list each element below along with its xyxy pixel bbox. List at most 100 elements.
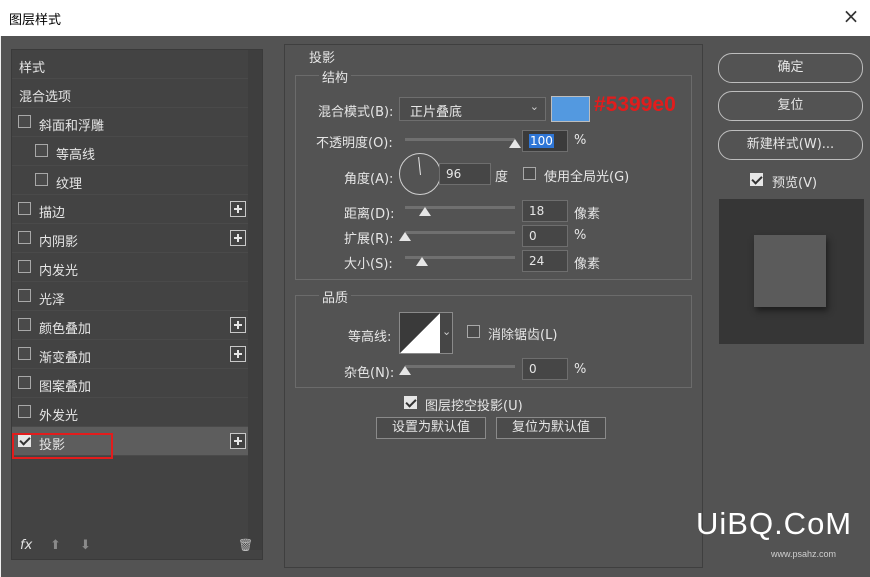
- global-light-checkbox[interactable]: [523, 167, 536, 180]
- blend-mode-value: 正片叠底: [410, 105, 463, 120]
- distance-input[interactable]: 18: [522, 200, 568, 222]
- noise-slider[interactable]: [405, 365, 515, 368]
- styles-header-label: 样式: [19, 61, 46, 76]
- contour-picker[interactable]: ⌄: [399, 312, 453, 354]
- styles-list: 样式 混合选项 斜面和浮雕等高线纹理 描边 内阴影内发光光泽颜色叠加 渐变叠加图案叠加…: [12, 50, 249, 456]
- style-item[interactable]: 内发光: [12, 253, 249, 282]
- preview-area: [719, 199, 864, 344]
- spread-unit: %: [574, 228, 587, 243]
- style-item-checkbox[interactable]: [18, 289, 31, 302]
- reset-default-button[interactable]: 复位为默认值: [496, 417, 606, 439]
- style-item-checkbox[interactable]: [18, 405, 31, 418]
- blend-options-item[interactable]: 混合选项: [12, 79, 249, 108]
- noise-unit: %: [574, 362, 587, 377]
- noise-label: 杂色(N):: [344, 366, 395, 381]
- style-item[interactable]: 内阴影: [12, 224, 249, 253]
- shadow-color-swatch[interactable]: [551, 96, 590, 122]
- noise-value: 0: [529, 362, 537, 376]
- style-item-checkbox[interactable]: [18, 260, 31, 273]
- new-style-button[interactable]: 新建样式(W)...: [718, 130, 863, 160]
- noise-input[interactable]: 0: [522, 358, 568, 380]
- angle-label: 角度(A):: [344, 172, 394, 187]
- blend-mode-label: 混合模式(B):: [318, 105, 394, 120]
- section-title: 投影: [309, 51, 336, 66]
- style-item-label: 图案叠加: [39, 380, 92, 395]
- quality-title: 品质: [319, 287, 352, 306]
- distance-slider-thumb[interactable]: [418, 207, 431, 216]
- style-item-label: 斜面和浮雕: [39, 119, 105, 134]
- style-item[interactable]: 渐变叠加: [12, 340, 249, 369]
- list-footer: fx ⬆ ⬇ 🗑: [12, 533, 262, 559]
- style-item[interactable]: 描边: [12, 195, 249, 224]
- size-input[interactable]: 24: [522, 250, 568, 272]
- blend-options-label: 混合选项: [19, 90, 72, 105]
- spread-slider[interactable]: [405, 231, 515, 234]
- size-label: 大小(S):: [344, 257, 393, 272]
- angle-input[interactable]: 96: [439, 163, 491, 185]
- style-item-label: 等高线: [56, 148, 96, 163]
- style-item-label: 光泽: [39, 293, 66, 308]
- opacity-slider[interactable]: [405, 138, 515, 141]
- knockout-label: 图层挖空投影(U): [425, 399, 523, 414]
- style-item[interactable]: 颜色叠加: [12, 311, 249, 340]
- watermark-url: www.psahz.com: [771, 549, 837, 559]
- noise-slider-thumb[interactable]: [399, 366, 411, 375]
- style-item[interactable]: 图案叠加: [12, 369, 249, 398]
- size-slider-thumb[interactable]: [415, 257, 428, 266]
- styles-header[interactable]: 样式: [12, 50, 249, 79]
- style-item[interactable]: 外发光: [12, 398, 249, 427]
- add-style-icon[interactable]: [230, 433, 246, 449]
- trash-icon[interactable]: 🗑: [238, 538, 253, 552]
- anti-alias-label: 消除锯齿(L): [488, 328, 558, 343]
- style-item-label: 外发光: [39, 409, 79, 424]
- fx-icon[interactable]: fx: [20, 538, 32, 553]
- opacity-input[interactable]: 100: [522, 130, 568, 152]
- window-title: 图层样式: [9, 13, 62, 28]
- angle-value: 96: [446, 167, 462, 181]
- style-item-checkbox[interactable]: [18, 202, 31, 215]
- distance-value: 18: [529, 204, 545, 218]
- style-item-checkbox[interactable]: [18, 347, 31, 360]
- global-light-label: 使用全局光(G): [544, 170, 630, 185]
- spread-label: 扩展(R):: [344, 232, 394, 247]
- style-item[interactable]: 斜面和浮雕: [12, 108, 249, 137]
- opacity-slider-thumb[interactable]: [509, 139, 521, 148]
- opacity-unit: %: [574, 133, 587, 148]
- spread-input[interactable]: 0: [522, 225, 568, 247]
- spread-slider-thumb[interactable]: [399, 232, 411, 241]
- knockout-checkbox[interactable]: [404, 396, 417, 409]
- styles-list-panel: 样式 混合选项 斜面和浮雕等高线纹理 描边 内阴影内发光光泽颜色叠加 渐变叠加图案叠加…: [11, 49, 263, 560]
- style-item-checkbox[interactable]: [35, 173, 48, 186]
- make-default-button[interactable]: 设置为默认值: [376, 417, 486, 439]
- drop-shadow-panel: 投影 结构 混合模式(B): 正片叠底 ⌄ 不透明度(O): 100 % 角度(…: [284, 44, 703, 568]
- style-item-checkbox[interactable]: [18, 318, 31, 331]
- preview-checkbox[interactable]: [750, 173, 763, 186]
- style-item-checkbox[interactable]: [18, 376, 31, 389]
- style-item-checkbox[interactable]: [35, 144, 48, 157]
- close-icon[interactable]: ×: [840, 5, 862, 27]
- blend-mode-select[interactable]: 正片叠底 ⌄: [399, 97, 546, 121]
- add-style-icon[interactable]: [230, 201, 246, 217]
- opacity-value: 100: [529, 134, 554, 148]
- move-down-icon[interactable]: ⬇: [80, 538, 91, 553]
- ok-button[interactable]: 确定: [718, 53, 863, 83]
- style-item[interactable]: 纹理: [12, 166, 249, 195]
- chevron-down-icon: ⌄: [529, 100, 539, 113]
- list-scrollbar[interactable]: [248, 50, 262, 550]
- add-style-icon[interactable]: [230, 346, 246, 362]
- style-item-checkbox[interactable]: [18, 115, 31, 128]
- style-item[interactable]: 等高线: [12, 137, 249, 166]
- opacity-label: 不透明度(O):: [316, 136, 393, 151]
- add-style-icon[interactable]: [230, 230, 246, 246]
- anti-alias-checkbox[interactable]: [467, 325, 480, 338]
- distance-unit: 像素: [574, 207, 601, 222]
- style-item[interactable]: 光泽: [12, 282, 249, 311]
- reset-button[interactable]: 复位: [718, 91, 863, 121]
- style-item-label: 内发光: [39, 264, 79, 279]
- angle-dial[interactable]: [399, 153, 441, 195]
- add-style-icon[interactable]: [230, 317, 246, 333]
- move-up-icon[interactable]: ⬆: [50, 538, 61, 553]
- contour-label: 等高线:: [348, 330, 392, 345]
- contour-chevron-icon: ⌄: [442, 325, 452, 338]
- style-item-checkbox[interactable]: [18, 231, 31, 244]
